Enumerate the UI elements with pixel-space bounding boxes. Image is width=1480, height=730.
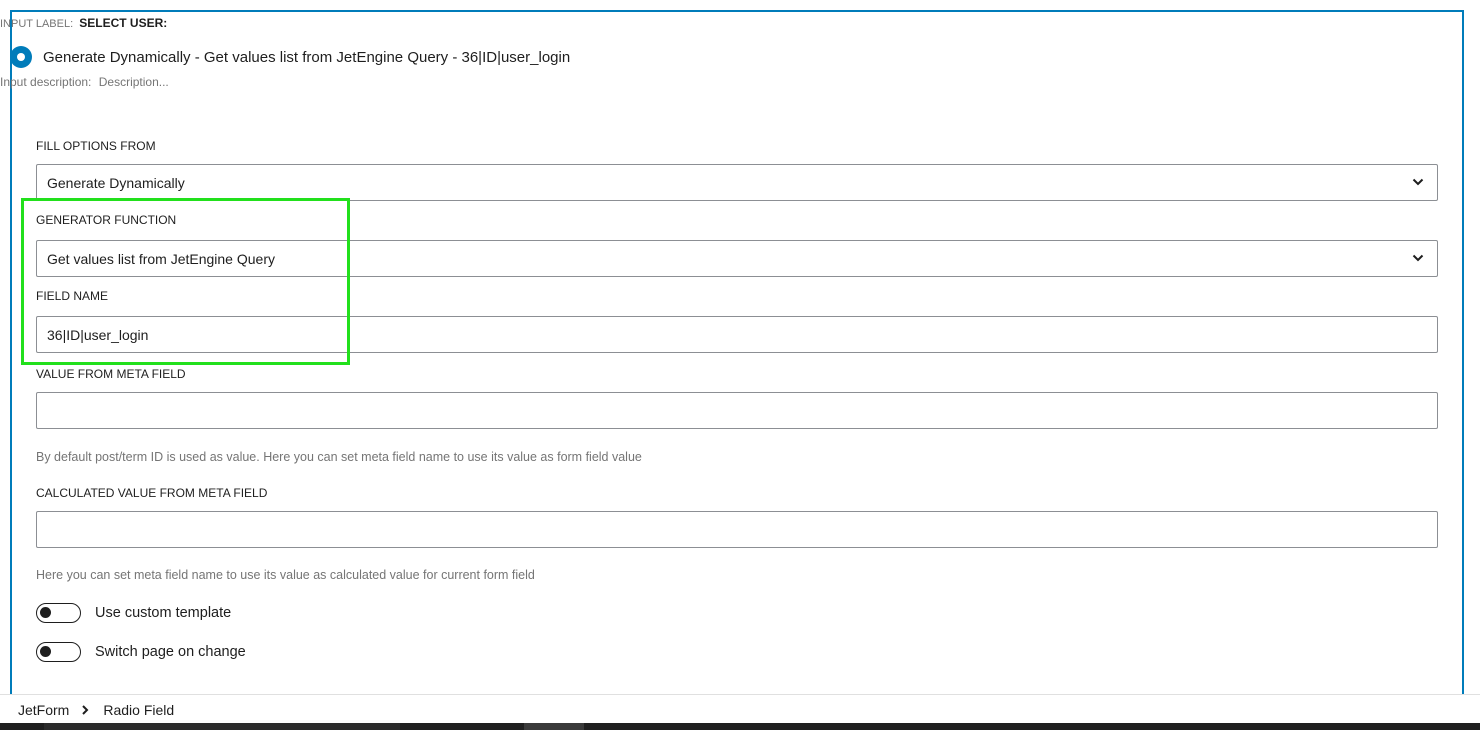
input-label-value[interactable]: SELECT USER:	[79, 16, 167, 30]
input-label-prefix: INPUT LABEL:	[0, 18, 74, 30]
radio-selected-icon[interactable]	[10, 46, 32, 68]
chevron-right-icon	[81, 704, 89, 715]
value-meta-field-label: VALUE FROM META FIELD	[36, 367, 186, 381]
generator-function-value: Get values list from JetEngine Query	[47, 250, 275, 267]
calculated-meta-field-help: Here you can set meta field name to use …	[36, 568, 535, 582]
calculated-meta-field-input[interactable]	[36, 511, 1438, 548]
radio-option-label: Generate Dynamically - Get values list f…	[43, 48, 571, 66]
fill-options-value: Generate Dynamically	[47, 174, 185, 191]
field-name-input[interactable]: 36|ID|user_login	[36, 316, 1438, 353]
chevron-down-icon	[1411, 251, 1425, 265]
switch-page-toggle-row[interactable]: Switch page on change	[36, 642, 246, 662]
input-label: INPUT LABEL: SELECT USER:	[0, 16, 167, 30]
input-description-value[interactable]: Description...	[99, 75, 169, 89]
custom-template-toggle[interactable]	[36, 603, 81, 623]
fill-options-select[interactable]: Generate Dynamically	[36, 164, 1438, 201]
fill-options-label: FILL OPTIONS FROM	[36, 139, 156, 153]
custom-template-toggle-label: Use custom template	[95, 605, 232, 621]
breadcrumb-item-jetform[interactable]: JetForm	[18, 702, 69, 718]
custom-template-toggle-row[interactable]: Use custom template	[36, 603, 231, 623]
breadcrumb: JetForm Radio Field	[0, 694, 1480, 724]
value-meta-field-input[interactable]	[36, 392, 1438, 429]
input-description: Input description: Description...	[0, 75, 169, 89]
switch-page-toggle-label: Switch page on change	[95, 644, 246, 660]
breadcrumb-item-radio-field[interactable]: Radio Field	[103, 702, 174, 718]
radio-option[interactable]: Generate Dynamically - Get values list f…	[10, 46, 570, 68]
field-name-label: FIELD NAME	[36, 289, 109, 303]
generator-function-select[interactable]: Get values list from JetEngine Query	[36, 240, 1438, 277]
switch-page-toggle[interactable]	[36, 642, 81, 662]
taskbar	[0, 723, 1480, 730]
value-meta-field-help: By default post/term ID is used as value…	[36, 450, 642, 464]
generator-function-label: GENERATOR FUNCTION	[36, 213, 177, 227]
field-name-value: 36|ID|user_login	[47, 326, 149, 343]
chevron-down-icon	[1411, 175, 1425, 189]
calculated-meta-field-label: CALCULATED VALUE FROM META FIELD	[36, 486, 268, 500]
input-description-prefix: Input description:	[0, 75, 92, 89]
